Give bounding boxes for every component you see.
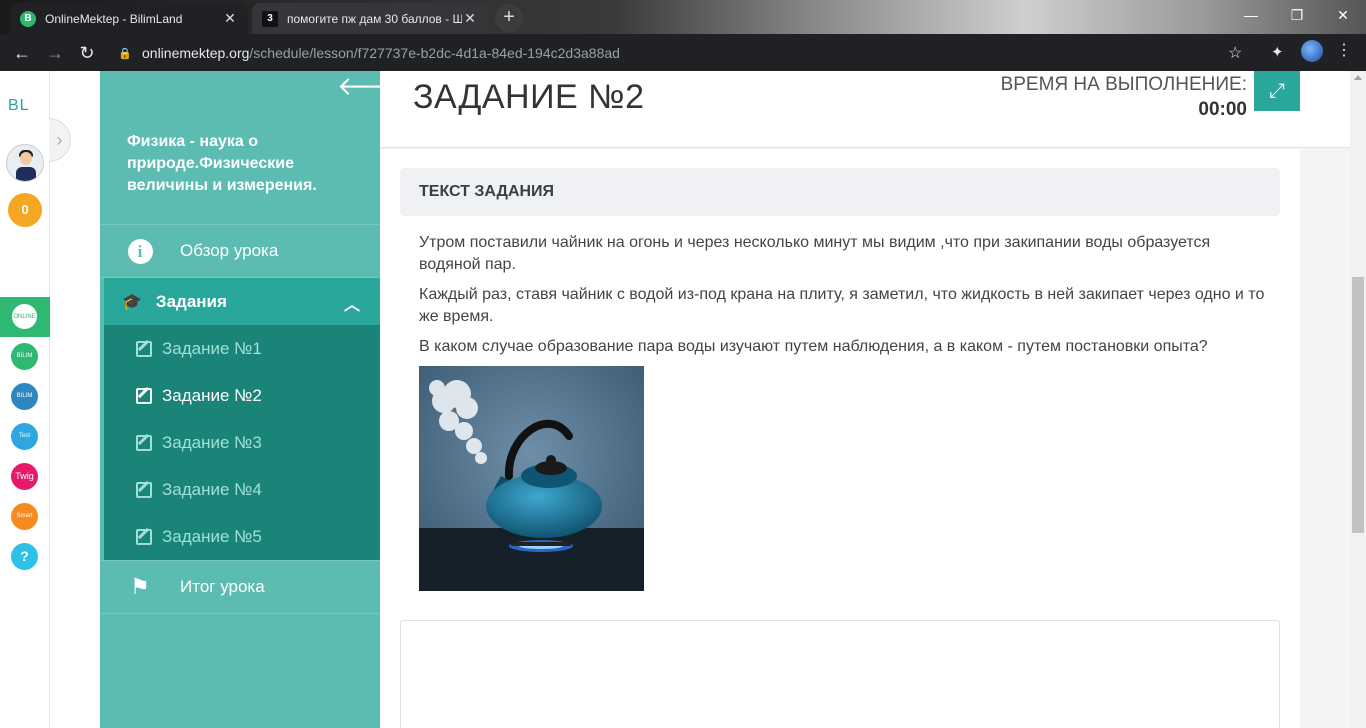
- info-icon: i: [127, 238, 153, 264]
- url-host: onlinemektep.org: [142, 45, 250, 61]
- page-scrollbar[interactable]: [1350, 71, 1366, 728]
- bilimland-logo[interactable]: BL: [8, 97, 30, 115]
- task-item-3[interactable]: Задание №3: [104, 419, 380, 466]
- user-avatar[interactable]: [6, 144, 44, 182]
- tab-title: помогите пж дам 30 баллов - Ш: [287, 11, 462, 26]
- task-item-5[interactable]: Задание №5: [104, 513, 380, 560]
- bilimbook-app-icon[interactable]: BILIM Book: [11, 383, 38, 410]
- extensions-puzzle-icon[interactable]: ✦: [1271, 43, 1284, 61]
- bilimtest-app-icon[interactable]: Test: [11, 423, 38, 450]
- task-content: ЗАДАНИЕ №2 ВРЕМЯ НА ВЫПОЛНЕНИЕ: 00:00 ⤢ …: [380, 71, 1350, 728]
- coins-badge[interactable]: 0: [8, 193, 42, 227]
- browser-tab-znanija[interactable]: 3 помогите пж дам 30 баллов - Ш ✕: [252, 3, 488, 34]
- task-item-label: Задание №4: [162, 479, 262, 499]
- minimize-window-icon[interactable]: —: [1228, 0, 1274, 30]
- task-item-4[interactable]: Задание №4: [104, 466, 380, 513]
- task-paragraph: В каком случае образование пара воды изу…: [419, 338, 1208, 355]
- edit-icon: [136, 340, 152, 357]
- task-paragraph: Каждый раз, ставя чайник с водой из-под …: [419, 286, 1265, 325]
- new-tab-button[interactable]: +: [495, 4, 523, 32]
- bilimland-app-icon[interactable]: BILIM Land: [11, 343, 38, 370]
- bilimsmart-app-icon[interactable]: Smart: [11, 503, 38, 530]
- sidebar-item-overview[interactable]: i Обзор урока: [100, 224, 380, 278]
- graduation-cap-icon: 🎓: [122, 293, 142, 311]
- help-icon[interactable]: ?: [11, 543, 38, 570]
- lock-icon: 🔒: [118, 48, 132, 60]
- avatar-head: [20, 152, 32, 165]
- edit-icon: [136, 481, 152, 498]
- browser-menu-icon[interactable]: ⋮: [1336, 40, 1352, 62]
- close-tab-icon[interactable]: ✕: [222, 10, 238, 27]
- back-arrow-icon[interactable]: ←: [7, 38, 37, 68]
- restore-window-icon[interactable]: ❐: [1274, 0, 1320, 30]
- lesson-title: Физика - наука о природе.Физические вели…: [127, 133, 317, 194]
- address-bar[interactable]: 🔒 onlinemektep.org /schedule/lesson/f727…: [108, 40, 1268, 66]
- flag-icon: ⚑: [130, 574, 150, 599]
- expand-rail-chevron-icon[interactable]: ›: [49, 118, 71, 162]
- sidebar-item-label: Итог урока: [180, 577, 265, 596]
- answer-input-area[interactable]: [400, 620, 1280, 728]
- bookmark-star-icon[interactable]: ☆: [1228, 43, 1242, 63]
- lesson-sidebar: 🡐 Физика - наука о природе.Физические ве…: [100, 71, 407, 728]
- app-rail: BL 0 ONLINE MEKTEP BILIM Land BILIM Book…: [0, 71, 50, 728]
- browser-titlebar: B OnlineMektep - BilimLand ✕ 3 помогите …: [0, 0, 1366, 34]
- page-title: ЗАДАНИЕ №2: [413, 78, 645, 116]
- close-window-icon[interactable]: ✕: [1320, 0, 1366, 30]
- url-path: /schedule/lesson/f727737e-b2dc-4d1a-84ed…: [249, 45, 620, 61]
- reload-icon[interactable]: ↻: [72, 38, 102, 68]
- tab-title: OnlineMektep - BilimLand: [45, 11, 183, 26]
- close-tab-icon[interactable]: ✕: [462, 10, 478, 27]
- edit-icon: [136, 528, 152, 545]
- task-card: ТЕКСТ ЗАДАНИЯ Утром поставили чайник на …: [380, 149, 1300, 728]
- timer-label: ВРЕМЯ НА ВЫПОЛНЕНИЕ:: [1000, 74, 1247, 95]
- sidebar-item-label: Задания: [155, 291, 227, 311]
- sidebar-item-tasks[interactable]: 🎓 Задания ︿: [104, 278, 380, 325]
- timer-value: 00:00: [1198, 99, 1247, 120]
- scrollbar-thumb[interactable]: [1352, 277, 1364, 533]
- task-item-label: Задание №5: [162, 526, 262, 546]
- browser-tab-onlinemektep[interactable]: B OnlineMektep - BilimLand ✕: [10, 3, 248, 34]
- scroll-up-arrow-icon[interactable]: [1354, 75, 1362, 80]
- edit-icon: [136, 434, 152, 451]
- twig-app-icon[interactable]: Twig: [11, 463, 38, 490]
- task-item-2[interactable]: Задание №2: [104, 372, 380, 419]
- avatar-body: [16, 167, 36, 181]
- task-paragraph: Утром поставили чайник на огонь и через …: [419, 234, 1211, 273]
- edit-icon: [136, 387, 152, 404]
- bilimland-favicon-icon: B: [20, 10, 36, 27]
- fullscreen-expand-icon[interactable]: ⤢: [1254, 71, 1300, 111]
- task-item-label: Задание №2: [162, 385, 262, 405]
- task-item-label: Задание №1: [162, 338, 262, 358]
- profile-avatar[interactable]: [1301, 40, 1323, 62]
- forward-arrow-icon[interactable]: →: [40, 38, 70, 68]
- task-list: Задание №1 Задание №2 Задание №3 Задание…: [104, 325, 380, 560]
- collapse-sidebar-arrow-icon[interactable]: 🡐: [337, 73, 407, 103]
- znanija-favicon-icon: 3: [262, 10, 278, 27]
- task-header-bar: ЗАДАНИЕ №2 ВРЕМЯ НА ВЫПОЛНЕНИЕ: 00:00 ⤢: [380, 71, 1350, 148]
- chevron-up-icon: ︿: [343, 297, 360, 314]
- sidebar-item-label: Обзор урока: [180, 241, 279, 260]
- task-text-heading: ТЕКСТ ЗАДАНИЯ: [400, 168, 1280, 216]
- kettle-on-stove-image: [419, 366, 644, 591]
- task-item-1[interactable]: Задание №1: [104, 325, 380, 372]
- onlinemektep-app-icon[interactable]: ONLINE MEKTEP: [11, 303, 38, 330]
- task-item-label: Задание №3: [162, 432, 262, 452]
- sidebar-item-summary[interactable]: ⚑ Итог урока: [100, 560, 380, 614]
